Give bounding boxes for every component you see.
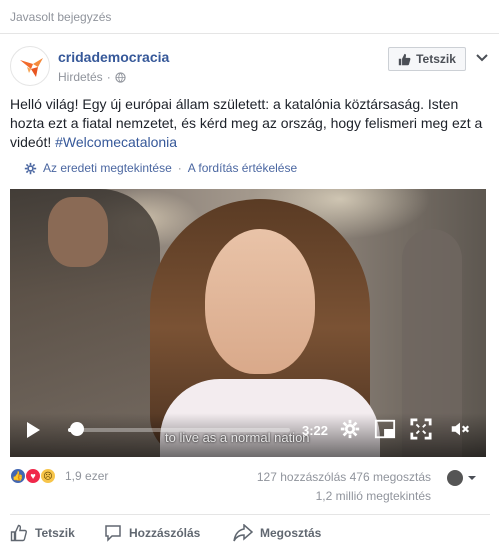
translation-row: Az eredeti megtekintése · A fordítás ért…	[24, 161, 297, 175]
settings-icon[interactable]	[339, 418, 361, 440]
see-original-link[interactable]: Az eredeti megtekintése	[43, 161, 172, 175]
suggested-header: Javasolt bejegyzés	[0, 0, 499, 34]
share-label: Megosztás	[260, 526, 322, 540]
reaction-count: 1,9 ezer	[65, 469, 109, 483]
video-player[interactable]: to live as a normal nation 3:22	[10, 189, 486, 457]
comment-icon	[105, 525, 121, 542]
video-speaker-face	[205, 229, 315, 374]
love-reaction-icon: ♥	[25, 468, 41, 484]
like-button[interactable]: Tetszik	[10, 524, 75, 542]
theater-mode-icon[interactable]	[374, 418, 396, 440]
globe-icon	[115, 71, 126, 83]
sponsored-row: Hirdetés ·	[58, 70, 126, 84]
comment-label: Hozzászólás	[129, 526, 201, 540]
like-page-button[interactable]: Tetszik	[388, 47, 466, 71]
comment-button[interactable]: Hozzászólás	[104, 524, 200, 542]
dot-separator: ·	[106, 70, 111, 84]
share-icon	[233, 524, 253, 542]
hashtag-link[interactable]: #Welcomecatalonia	[55, 134, 177, 150]
video-caption: to live as a normal nation	[165, 430, 310, 445]
thumb-up-icon	[10, 524, 27, 542]
chevron-down-icon[interactable]	[468, 474, 476, 482]
chevron-down-icon[interactable]	[474, 49, 490, 65]
page-name-link[interactable]: cridademocracia	[58, 49, 169, 65]
views-count: 1,2 millió megtekintés	[315, 489, 431, 503]
reactions-summary[interactable]: 👍 ♥ ☹ 1,9 ezer	[10, 468, 108, 484]
mute-icon[interactable]	[449, 418, 471, 440]
gear-icon	[24, 162, 37, 174]
video-time: 3:22	[302, 423, 329, 438]
like-reaction-icon: 👍	[10, 468, 26, 484]
play-icon[interactable]	[24, 421, 42, 439]
suggested-post-label: Javasolt bejegyzés	[10, 10, 112, 24]
actions-divider	[10, 514, 490, 515]
sponsored-label: Hirdetés	[58, 70, 103, 84]
post-text: Helló világ! Egy új európai állam szület…	[10, 95, 492, 152]
viewer-avatar[interactable]	[447, 470, 463, 486]
logo-icon	[20, 58, 43, 77]
fullscreen-icon[interactable]	[410, 418, 432, 440]
thumb-up-icon	[398, 53, 411, 65]
engagement-stats: 127 hozzászólás 476 megosztás	[257, 470, 431, 484]
like-page-label: Tetszik	[416, 52, 456, 66]
like-label: Tetszik	[35, 526, 75, 540]
video-progress-thumb[interactable]	[70, 422, 84, 436]
share-button[interactable]: Megosztás	[233, 524, 321, 542]
sad-reaction-icon: ☹	[40, 468, 56, 484]
comments-count-link[interactable]: 127 hozzászólás	[257, 470, 346, 484]
translation-separator: ·	[177, 161, 182, 175]
page-avatar[interactable]	[10, 46, 50, 86]
rate-translation-link[interactable]: A fordítás értékelése	[188, 161, 297, 175]
shares-count-link[interactable]: 476 megosztás	[350, 470, 431, 484]
video-bystander-face	[48, 197, 108, 267]
